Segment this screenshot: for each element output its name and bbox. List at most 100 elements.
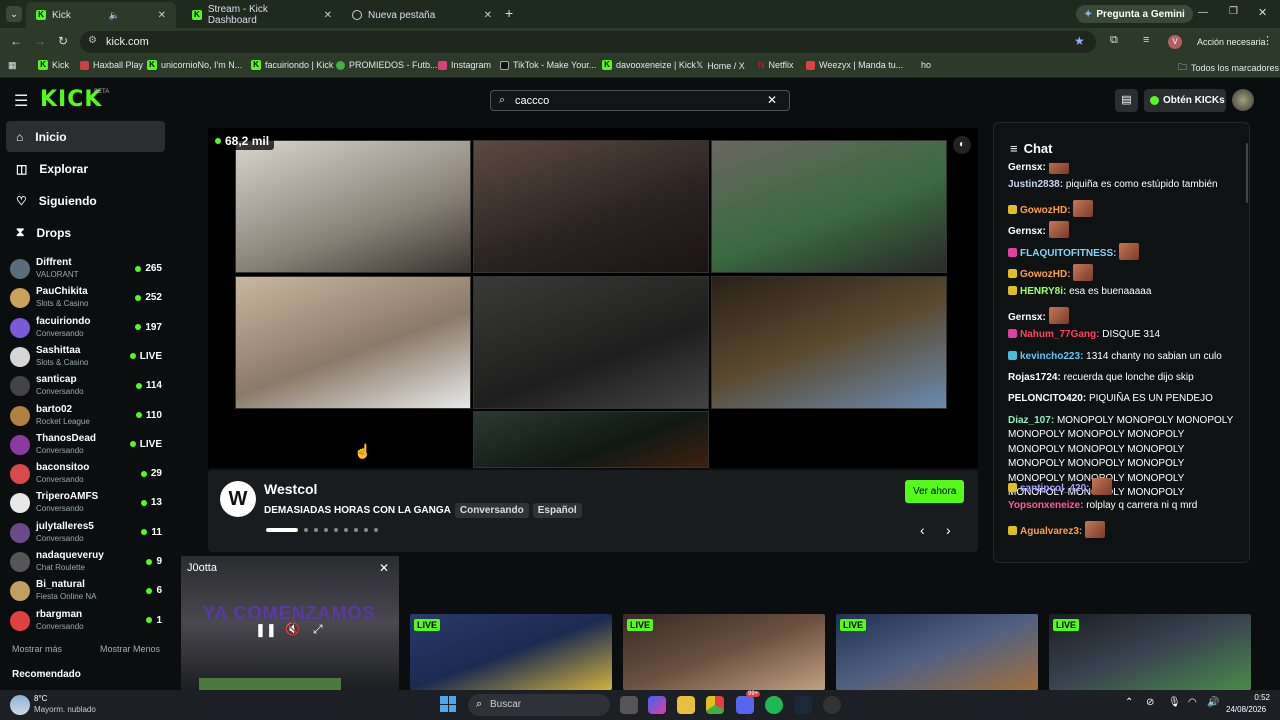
get-kicks-button[interactable]: Obtén KICKs: [1144, 89, 1226, 112]
watch-now-button[interactable]: Ver ahora: [905, 480, 965, 503]
mini-close-icon[interactable]: ✕: [379, 561, 389, 575]
bookmark-item[interactable]: KunicornioNo, I'm N...: [147, 60, 242, 70]
clock-date[interactable]: 24/08/2026: [1226, 705, 1266, 714]
chat-username[interactable]: HENRY8i: [1020, 286, 1063, 297]
weather-icon[interactable]: [10, 695, 30, 715]
chat-username[interactable]: Diaz_107: [1008, 415, 1051, 426]
sidebar-item-inicio[interactable]: ⌂ Inicio: [6, 121, 165, 152]
minimize-button[interactable]: —: [1198, 7, 1208, 18]
carousel-dot[interactable]: [304, 528, 308, 532]
stream-thumbnail[interactable]: LIVE: [1049, 614, 1251, 690]
carousel-next-icon[interactable]: ›: [946, 522, 951, 538]
new-tab-button[interactable]: +: [505, 5, 513, 21]
tab-kick[interactable]: K Kick 🔈 ✕: [26, 2, 176, 28]
chat-username[interactable]: Justin2838: [1008, 179, 1060, 190]
action-needed-button[interactable]: Acción necesaria: [1197, 37, 1266, 47]
spotify-icon[interactable]: [765, 696, 783, 714]
maximize-button[interactable]: ❐: [1229, 6, 1238, 17]
chat-menu-icon[interactable]: ≡: [1010, 141, 1018, 156]
chat-username[interactable]: Nahum_77Gang: [1020, 329, 1096, 340]
show-more-link[interactable]: Mostrar más: [12, 644, 62, 654]
channel-item[interactable]: Diffrent VALORANT 265: [10, 255, 162, 283]
window-close-button[interactable]: ✕: [1258, 6, 1267, 19]
speaker-icon[interactable]: 🔈: [109, 10, 120, 21]
channel-item[interactable]: rbargman Conversando 1: [10, 607, 162, 635]
bookmark-item[interactable]: Weezyx | Manda tu...: [806, 60, 903, 70]
chat-username[interactable]: Gernsx: [1008, 226, 1042, 237]
sidebar-item-explorar[interactable]: ◫ Explorar: [6, 153, 165, 184]
chrome-taskbar-icon[interactable]: [706, 696, 724, 714]
bookmark-item[interactable]: Kdavooxeneize | Kick: [602, 60, 696, 70]
discord-icon[interactable]: 99+: [736, 691, 761, 714]
tab-dashboard[interactable]: K Stream - Kick Dashboard ✕: [182, 2, 342, 28]
file-explorer-icon[interactable]: [677, 696, 695, 714]
chat-username[interactable]: PELONCITO420: [1008, 393, 1083, 404]
pause-icon[interactable]: ❚❚: [255, 622, 277, 638]
stream-thumbnail[interactable]: LIVE: [410, 614, 612, 690]
chat-username[interactable]: Rojas1724: [1008, 372, 1057, 383]
chat-scrollbar[interactable]: [1246, 143, 1248, 203]
stream-thumbnail[interactable]: LIVE: [836, 614, 1038, 690]
all-bookmarks[interactable]: 🗀 Todos los marcadores: [1178, 60, 1279, 76]
creator-dashboard-icon[interactable]: ▤: [1115, 89, 1138, 112]
channel-item[interactable]: santicap Conversando 114: [10, 372, 162, 400]
tab-new[interactable]: Nueva pestaña ✕: [342, 2, 502, 28]
chat-username[interactable]: Gernsx: [1008, 162, 1042, 173]
steam-icon[interactable]: [794, 696, 812, 714]
carousel-dot[interactable]: [374, 528, 378, 532]
channel-item[interactable]: barto02 Rocket League 110: [10, 402, 162, 430]
apps-icon[interactable]: ▦: [8, 60, 17, 71]
bookmark-item[interactable]: TikTok - Make Your...: [500, 60, 596, 70]
carousel-prev-icon[interactable]: ‹: [920, 522, 925, 538]
search-input[interactable]: ⌕ caccco ✕: [490, 90, 790, 111]
chat-username[interactable]: GowozHD: [1020, 205, 1067, 216]
tab-close-icon[interactable]: ✕: [158, 10, 166, 21]
featured-channel-name[interactable]: Westcol: [264, 481, 317, 497]
mute-icon[interactable]: 🔇: [285, 622, 300, 636]
user-avatar[interactable]: [1232, 89, 1254, 111]
tray-network-icon[interactable]: ⊘: [1146, 697, 1154, 708]
stream-thumbnail[interactable]: LIVE: [623, 614, 825, 690]
tab-close-icon[interactable]: ✕: [324, 10, 332, 21]
tab-close-icon[interactable]: ✕: [484, 10, 492, 21]
channel-item[interactable]: ThanosDead Conversando LIVE: [10, 431, 162, 459]
forward-icon[interactable]: →: [34, 34, 46, 48]
channel-item[interactable]: Sashittaa Slots & Casino LIVE: [10, 343, 162, 371]
carousel-dot[interactable]: [314, 528, 318, 532]
volume-icon[interactable]: ◐: [953, 136, 971, 154]
gemini-button[interactable]: ✦ Pregunta a Gemini: [1076, 5, 1193, 23]
tray-wifi-icon[interactable]: ◠: [1188, 697, 1197, 708]
channel-item[interactable]: PauChikita Slots & Casino 252: [10, 284, 162, 312]
clock-time[interactable]: 0:52: [1240, 693, 1270, 702]
chat-username[interactable]: Agualvarez3: [1020, 526, 1079, 537]
tray-volume-icon[interactable]: 🔊: [1207, 697, 1219, 708]
chat-username[interactable]: GowozHD: [1020, 269, 1067, 280]
extensions-icon[interactable]: ⧉: [1110, 34, 1118, 47]
taskbar-search[interactable]: ⌕ Buscar: [468, 694, 610, 716]
channel-item[interactable]: nadaqueveruy Chat Roulette 9: [10, 548, 162, 576]
url-field[interactable]: ⚙ kick.com ★: [80, 31, 1096, 53]
tab-search-icon[interactable]: ⌄: [6, 6, 22, 22]
bookmark-item[interactable]: ho: [921, 60, 931, 70]
carousel-dot[interactable]: [324, 528, 328, 532]
carousel-dot[interactable]: [354, 528, 358, 532]
mini-player[interactable]: J0otta ✕ YA COMENZAMOS ❚❚ 🔇 ⤢: [181, 556, 399, 690]
task-view-icon[interactable]: [620, 696, 638, 714]
tag-chip[interactable]: Conversando: [454, 503, 529, 518]
expand-icon[interactable]: ⤢: [313, 622, 323, 637]
chat-username[interactable]: santipcol_420: [1020, 483, 1086, 494]
tray-mic-icon[interactable]: 🎙: [1168, 697, 1181, 708]
bookmark-item[interactable]: Instagram: [438, 60, 491, 70]
westcol-avatar[interactable]: W: [220, 481, 256, 517]
bookmark-item[interactable]: 𝕏 Home / X: [696, 60, 745, 71]
chat-username[interactable]: FLAQUITOFITNESS: [1020, 248, 1113, 259]
channel-item[interactable]: TriperoAMFS Conversando 13: [10, 489, 162, 517]
bookmark-item[interactable]: Haxball Play: [80, 60, 143, 70]
carousel-dot[interactable]: [364, 528, 368, 532]
windows-start-icon[interactable]: [440, 696, 456, 712]
carousel-dot[interactable]: [334, 528, 338, 532]
show-less-link[interactable]: Mostrar Menos: [100, 644, 160, 654]
chat-username[interactable]: Yopsonxeneize: [1008, 500, 1080, 511]
media-icon[interactable]: ≡: [1143, 34, 1149, 46]
tag-chip[interactable]: Español: [532, 503, 582, 518]
